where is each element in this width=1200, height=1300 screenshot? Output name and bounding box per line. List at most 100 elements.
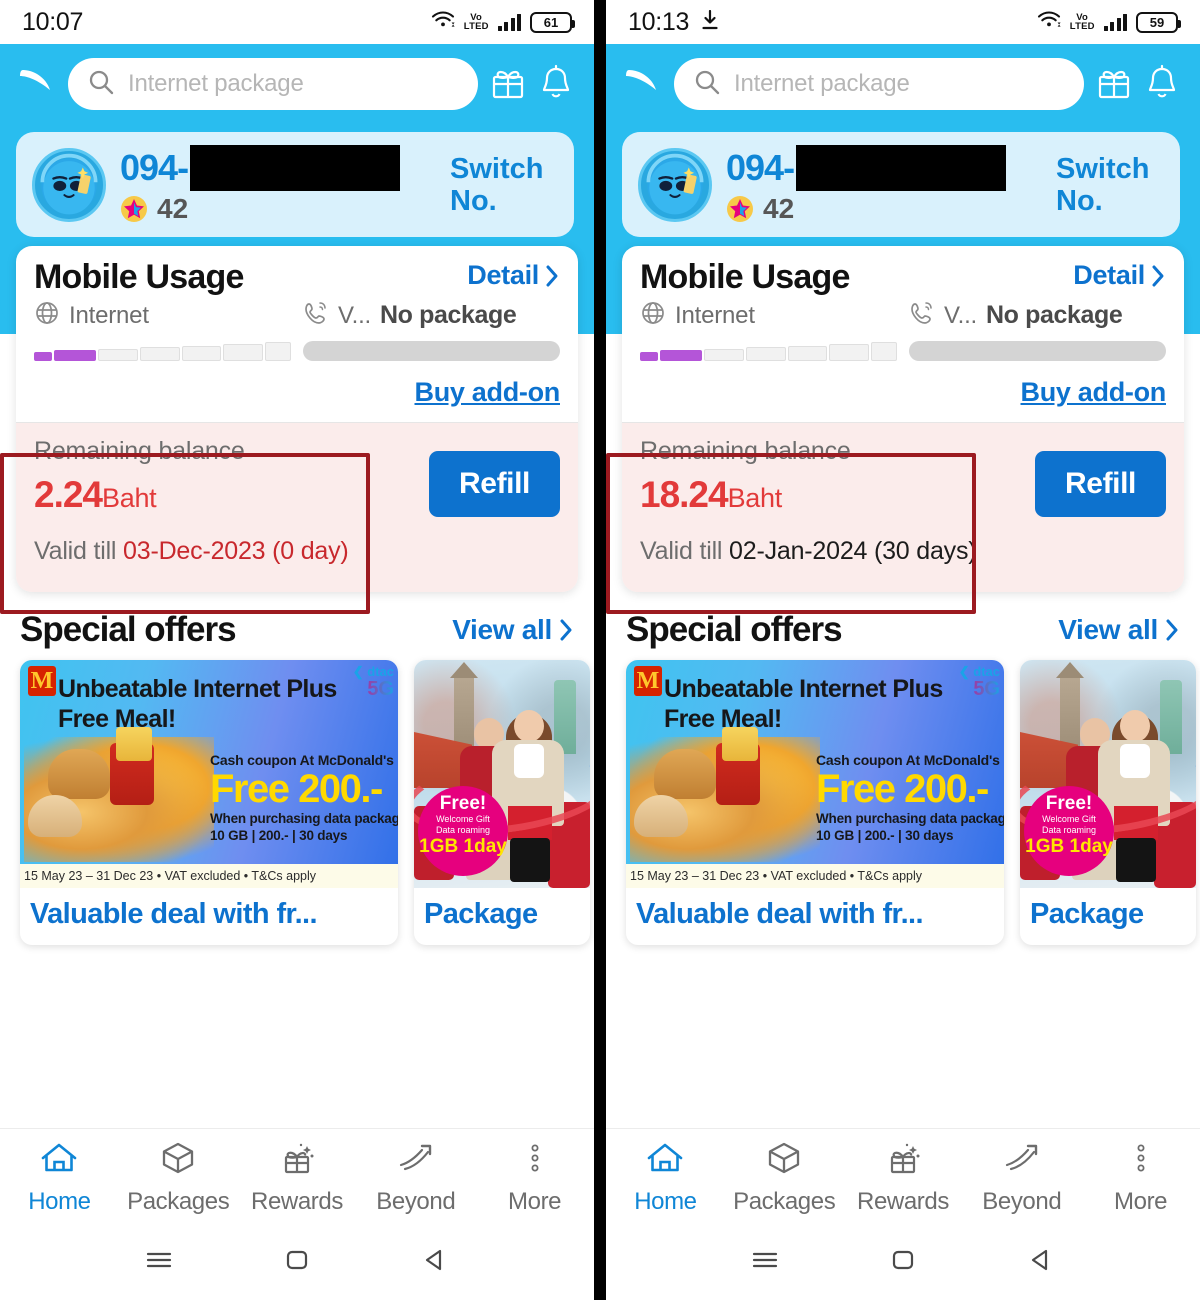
mcdonalds-logo-icon: M (28, 666, 56, 696)
menu-icon[interactable] (748, 1243, 782, 1282)
phone-number: 094- (726, 144, 1042, 191)
status-time: 10:13 (628, 7, 690, 36)
search-input[interactable]: Internet package (68, 58, 478, 110)
food-illustration (24, 727, 214, 862)
tab-label: Packages (127, 1187, 230, 1215)
tab-packages[interactable]: Packages (725, 1129, 844, 1224)
voice-label: V... (944, 301, 978, 329)
internet-progress-bar (34, 341, 292, 361)
refill-button[interactable]: Refill (1035, 451, 1166, 517)
balance-value: 2.24 (34, 474, 103, 515)
status-bar: 10:07 Vo LTED 61 (0, 0, 594, 44)
tab-home[interactable]: Home (606, 1129, 725, 1224)
battery-indicator: 61 (530, 11, 575, 33)
search-input[interactable]: Internet package (674, 58, 1084, 110)
menu-icon[interactable] (142, 1243, 176, 1282)
status-bar: 10:13 Vo LTED 59 (606, 0, 1200, 44)
offer-caption: Valuable deal with fr... (636, 898, 924, 930)
bottom-tab-bar: Home Packages Rewards Beyond More (606, 1128, 1200, 1224)
tab-more[interactable]: More (1081, 1129, 1200, 1224)
badge-free: Free! (439, 793, 487, 814)
dtac-5g-badge: ❮ dtac 5G (352, 664, 394, 700)
tab-label: More (1114, 1187, 1168, 1215)
balance-currency: Baht (102, 483, 157, 513)
voice-value: No package (380, 301, 517, 329)
offer-image-mcdonalds: M Unbeatable Internet Plus Free Meal! ❮ … (20, 660, 398, 888)
offer-card-mcdonalds[interactable]: M Unbeatable Internet Plus Free Meal! ❮ … (20, 660, 398, 945)
offer-card-roaming[interactable]: Free! Welcome Gift Data roaming 1GB 1day… (1020, 660, 1196, 945)
home-square-icon[interactable] (280, 1243, 314, 1282)
profile-card[interactable]: 094- 42 Switch No. (622, 132, 1180, 237)
roaming-badge: Free! Welcome Gift Data roaming 1GB 1day (418, 786, 508, 876)
tab-label: Beyond (376, 1187, 456, 1215)
offer-card-roaming[interactable]: Free! Welcome Gift Data roaming 1GB 1day… (414, 660, 590, 945)
usage-segment (704, 349, 745, 361)
validity-date: 02-Jan-2024 (30 days) (729, 537, 977, 565)
buy-addon-link[interactable]: Buy add-on (1021, 377, 1167, 407)
search-placeholder: Internet package (734, 70, 910, 97)
bell-icon[interactable] (1144, 63, 1180, 106)
tab-label: Rewards (251, 1187, 343, 1215)
tab-home[interactable]: Home (0, 1129, 119, 1224)
gift-icon[interactable] (1096, 63, 1132, 106)
buy-addon-link[interactable]: Buy add-on (415, 377, 561, 407)
bell-icon[interactable] (538, 63, 574, 106)
tab-more[interactable]: More (475, 1129, 594, 1224)
usage-segment (181, 346, 222, 361)
bottom-tab-bar: Home Packages Rewards Beyond More (0, 1128, 594, 1224)
tab-label: More (508, 1187, 562, 1215)
phone-icon (303, 300, 329, 331)
usage-segment (34, 352, 53, 361)
back-triangle-icon[interactable] (1024, 1243, 1058, 1282)
arrow-swoosh-icon (1000, 1138, 1044, 1185)
tab-beyond[interactable]: Beyond (962, 1129, 1081, 1224)
view-all-link[interactable]: View all (1058, 614, 1180, 646)
points-value: 42 (157, 192, 189, 224)
battery-indicator: 59 (1136, 11, 1181, 33)
usage-segment (787, 346, 828, 361)
balance-amount: 2.24Baht (34, 474, 429, 516)
voice-label: V... (338, 301, 372, 329)
home-icon (643, 1138, 687, 1185)
profile-card[interactable]: 094- 42 Switch No. (16, 132, 574, 237)
balance-value: 18.24 (640, 474, 729, 515)
offer-sub3: When purchasing data package (210, 811, 398, 826)
mcdonalds-logo-icon: M (634, 666, 662, 696)
switch-number-link[interactable]: Switch No. (1056, 153, 1164, 217)
detail-link[interactable]: Detail (1073, 260, 1166, 291)
signal-icon (497, 13, 521, 31)
redaction-bar (190, 144, 401, 191)
internet-progress-bar (640, 341, 898, 361)
points-row: 42 (120, 193, 436, 225)
gift-icon[interactable] (490, 63, 526, 106)
tab-rewards[interactable]: Rewards (238, 1129, 357, 1224)
section-title: Special offers (626, 610, 843, 649)
search-icon (694, 69, 720, 100)
switch-number-link[interactable]: Switch No. (450, 153, 558, 217)
phone-number: 094- (120, 144, 436, 191)
badge-line2: Data roaming (435, 825, 491, 835)
tab-label: Rewards (857, 1187, 949, 1215)
usage-segment (870, 342, 898, 361)
view-all-link[interactable]: View all (452, 614, 574, 646)
refill-button[interactable]: Refill (429, 451, 560, 517)
badge-line1: Welcome Gift (436, 814, 490, 824)
tab-rewards[interactable]: Rewards (844, 1129, 963, 1224)
back-triangle-icon[interactable] (418, 1243, 452, 1282)
offer-sub2: Free 200.- (816, 767, 989, 811)
tab-packages[interactable]: Packages (119, 1129, 238, 1224)
cube-icon (762, 1138, 806, 1185)
status-time: 10:07 (22, 7, 84, 36)
special-offers-header: Special offers View all (606, 592, 1200, 660)
tab-beyond[interactable]: Beyond (356, 1129, 475, 1224)
home-square-icon[interactable] (886, 1243, 920, 1282)
balance-validity: Valid till 03-Dec-2023 (0 day) (34, 537, 349, 565)
gift-sparkle-icon (881, 1138, 925, 1185)
internet-label: Internet (675, 301, 755, 329)
wifi-icon (431, 10, 455, 34)
dtac-logo-icon (622, 64, 662, 105)
detail-link[interactable]: Detail (467, 260, 560, 291)
offer-card-mcdonalds[interactable]: M Unbeatable Internet Plus Free Meal! ❮ … (626, 660, 1004, 945)
search-icon (88, 69, 114, 100)
offer-details: Cash coupon At McDonald's Free 200.- Whe… (210, 752, 398, 844)
